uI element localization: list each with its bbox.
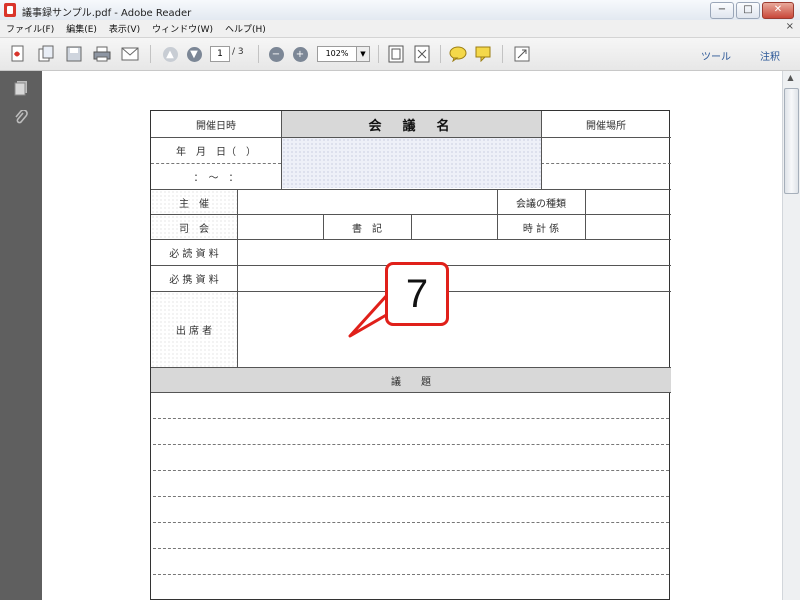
toolbar-separator [150, 45, 151, 63]
close-button[interactable]: ✕ [762, 2, 794, 19]
maximize-button[interactable]: □ [736, 2, 760, 19]
rule [151, 392, 671, 393]
agenda-line [153, 418, 669, 419]
agenda-line [153, 470, 669, 471]
expand-icon[interactable] [512, 44, 532, 64]
zoom-dropdown-button[interactable]: ▼ [356, 46, 370, 62]
page-total: / 3 [232, 47, 244, 57]
window-title: 議事録サンプル.pdf - Adobe Reader [22, 8, 192, 19]
window-controls: − □ ✕ [710, 2, 794, 19]
tools-pane-link[interactable]: ツール [701, 48, 731, 63]
date-label: 開催日時 [196, 120, 236, 132]
agenda-line [153, 574, 669, 575]
zoom-input[interactable]: 102% [317, 46, 357, 62]
page-number-input[interactable]: 1 [210, 46, 230, 62]
toolbar-separator [502, 45, 503, 63]
navigation-sidebar [0, 71, 42, 600]
pages-icon[interactable] [13, 80, 29, 96]
attachment-icon[interactable] [13, 109, 29, 126]
zoom-out-icon[interactable]: − [266, 44, 286, 64]
next-page-icon[interactable]: ▼ [184, 44, 204, 64]
scroll-up-arrow[interactable]: ▲ [784, 73, 797, 85]
toolbar-separator [378, 45, 379, 63]
rule [323, 215, 324, 239]
meeting-name-field[interactable] [282, 138, 541, 188]
menu-window[interactable]: ウィンドウ(W) [146, 22, 219, 35]
fit-page-icon[interactable] [386, 44, 406, 64]
time-fields: ： 〜 ： [193, 172, 239, 184]
create-pdf-icon[interactable] [8, 44, 28, 64]
title-bar: 議事録サンプル.pdf - Adobe Reader − □ ✕ [0, 0, 800, 21]
place-label: 開催場所 [586, 120, 626, 132]
sticky-note-icon[interactable] [448, 44, 468, 64]
rule [281, 111, 282, 189]
minimize-button[interactable]: − [710, 2, 734, 19]
menu-edit[interactable]: 編集(E) [60, 22, 103, 35]
agenda-line [153, 522, 669, 523]
toolbar-separator [440, 45, 441, 63]
step-number-callout: 7 [385, 262, 449, 326]
menu-help[interactable]: ヘルプ(H) [219, 22, 272, 35]
date-fields: 年 月 日（ ） [176, 147, 256, 158]
comment-pane-link[interactable]: 注釈 [760, 48, 780, 63]
agenda-line [153, 548, 669, 549]
document-close-icon[interactable]: × [786, 21, 794, 32]
secretary-label: 書 記 [352, 223, 382, 235]
agenda-line [153, 444, 669, 445]
email-icon[interactable] [120, 44, 140, 64]
toolbar-separator [258, 45, 259, 63]
required-bring-label: 必 携 資 料 [169, 275, 219, 286]
attendees-label: 出 席 者 [175, 326, 213, 337]
zoom-in-icon[interactable]: + [290, 44, 310, 64]
full-screen-icon[interactable] [412, 44, 432, 64]
rule [237, 190, 238, 367]
rule [411, 215, 412, 239]
agenda-line [153, 496, 669, 497]
meeting-name-heading: 会 議 名 [368, 118, 454, 134]
combine-files-icon[interactable] [36, 44, 56, 64]
required-reading-label: 必 読 資 料 [169, 249, 219, 260]
timekeeper-label: 時 計 係 [522, 223, 560, 235]
rule [541, 111, 542, 189]
previous-page-icon[interactable]: ▲ [160, 44, 180, 64]
rule [497, 190, 498, 239]
meeting-minutes-form: 開催日時 会 議 名 開催場所 年 月 日（ ） ： 〜 ： 主 催 会議の種類… [150, 110, 671, 600]
menu-view[interactable]: 表示(V) [103, 22, 146, 35]
highlight-text-icon[interactable] [474, 44, 494, 64]
agenda-heading: 議 題 [391, 376, 431, 388]
menu-file[interactable]: ファイル(F) [0, 22, 60, 35]
adobe-reader-icon [4, 3, 16, 17]
chair-label: 司 会 [179, 223, 209, 235]
toolbar: ▲ ▼ − + [0, 38, 800, 71]
menu-bar: ファイル(F) 編集(E) 表示(V) ウィンドウ(W) ヘルプ(H) [0, 20, 800, 38]
scroll-thumb[interactable] [784, 88, 799, 194]
host-label: 主 催 [179, 198, 209, 210]
print-icon[interactable] [92, 44, 112, 64]
save-icon[interactable] [64, 44, 84, 64]
rule [541, 163, 671, 164]
meeting-type-label: 会議の種類 [516, 198, 566, 210]
rule [585, 190, 586, 239]
